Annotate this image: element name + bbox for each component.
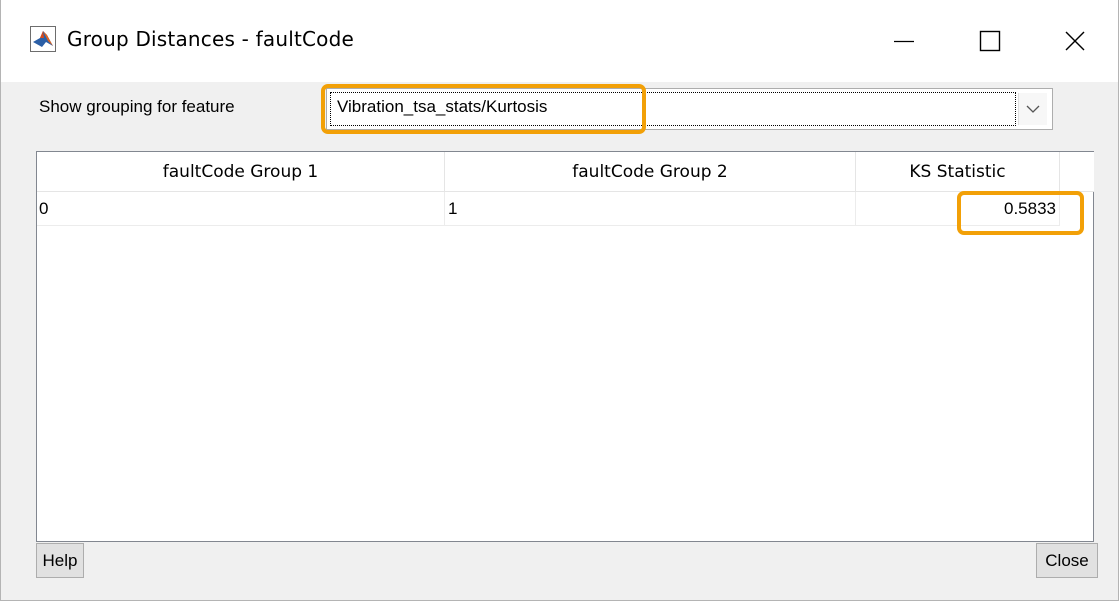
dialog-window: Group Distances - faultCode Show groupin… [0, 0, 1119, 601]
chevron-down-icon [1026, 105, 1040, 113]
minimize-icon [894, 40, 914, 43]
column-header-filler [1060, 152, 1094, 192]
column-header-group1[interactable]: faultCode Group 1 [37, 152, 445, 192]
matlab-logo-icon [30, 26, 56, 52]
close-icon [1065, 31, 1085, 51]
feature-dropdown[interactable]: Vibration_tsa_stats/Kurtosis [326, 88, 1053, 130]
table-cell-group1[interactable]: 0 [37, 192, 445, 226]
window-title: Group Distances - faultCode [67, 27, 355, 51]
close-button[interactable]: Close [1036, 543, 1098, 578]
column-header-group2[interactable]: faultCode Group 2 [445, 152, 856, 192]
title-bar: Group Distances - faultCode [1, 0, 1118, 82]
column-header-ks-statistic[interactable]: KS Statistic [856, 152, 1060, 192]
feature-label: Show grouping for feature [39, 97, 235, 116]
maximize-icon [979, 30, 1001, 52]
maximize-button[interactable] [947, 0, 1033, 82]
minimize-button[interactable] [861, 0, 947, 82]
group-distances-table[interactable]: faultCode Group 1 faultCode Group 2 KS S… [36, 151, 1094, 542]
table-cell-group2[interactable]: 1 [445, 192, 856, 226]
feature-dropdown-value: Vibration_tsa_stats/Kurtosis [337, 97, 548, 116]
table-cell-ks-statistic[interactable]: 0.5833 [856, 192, 1060, 226]
close-window-button[interactable] [1032, 0, 1118, 82]
dropdown-arrow-button[interactable] [1018, 93, 1047, 125]
help-button[interactable]: Help [36, 543, 84, 578]
